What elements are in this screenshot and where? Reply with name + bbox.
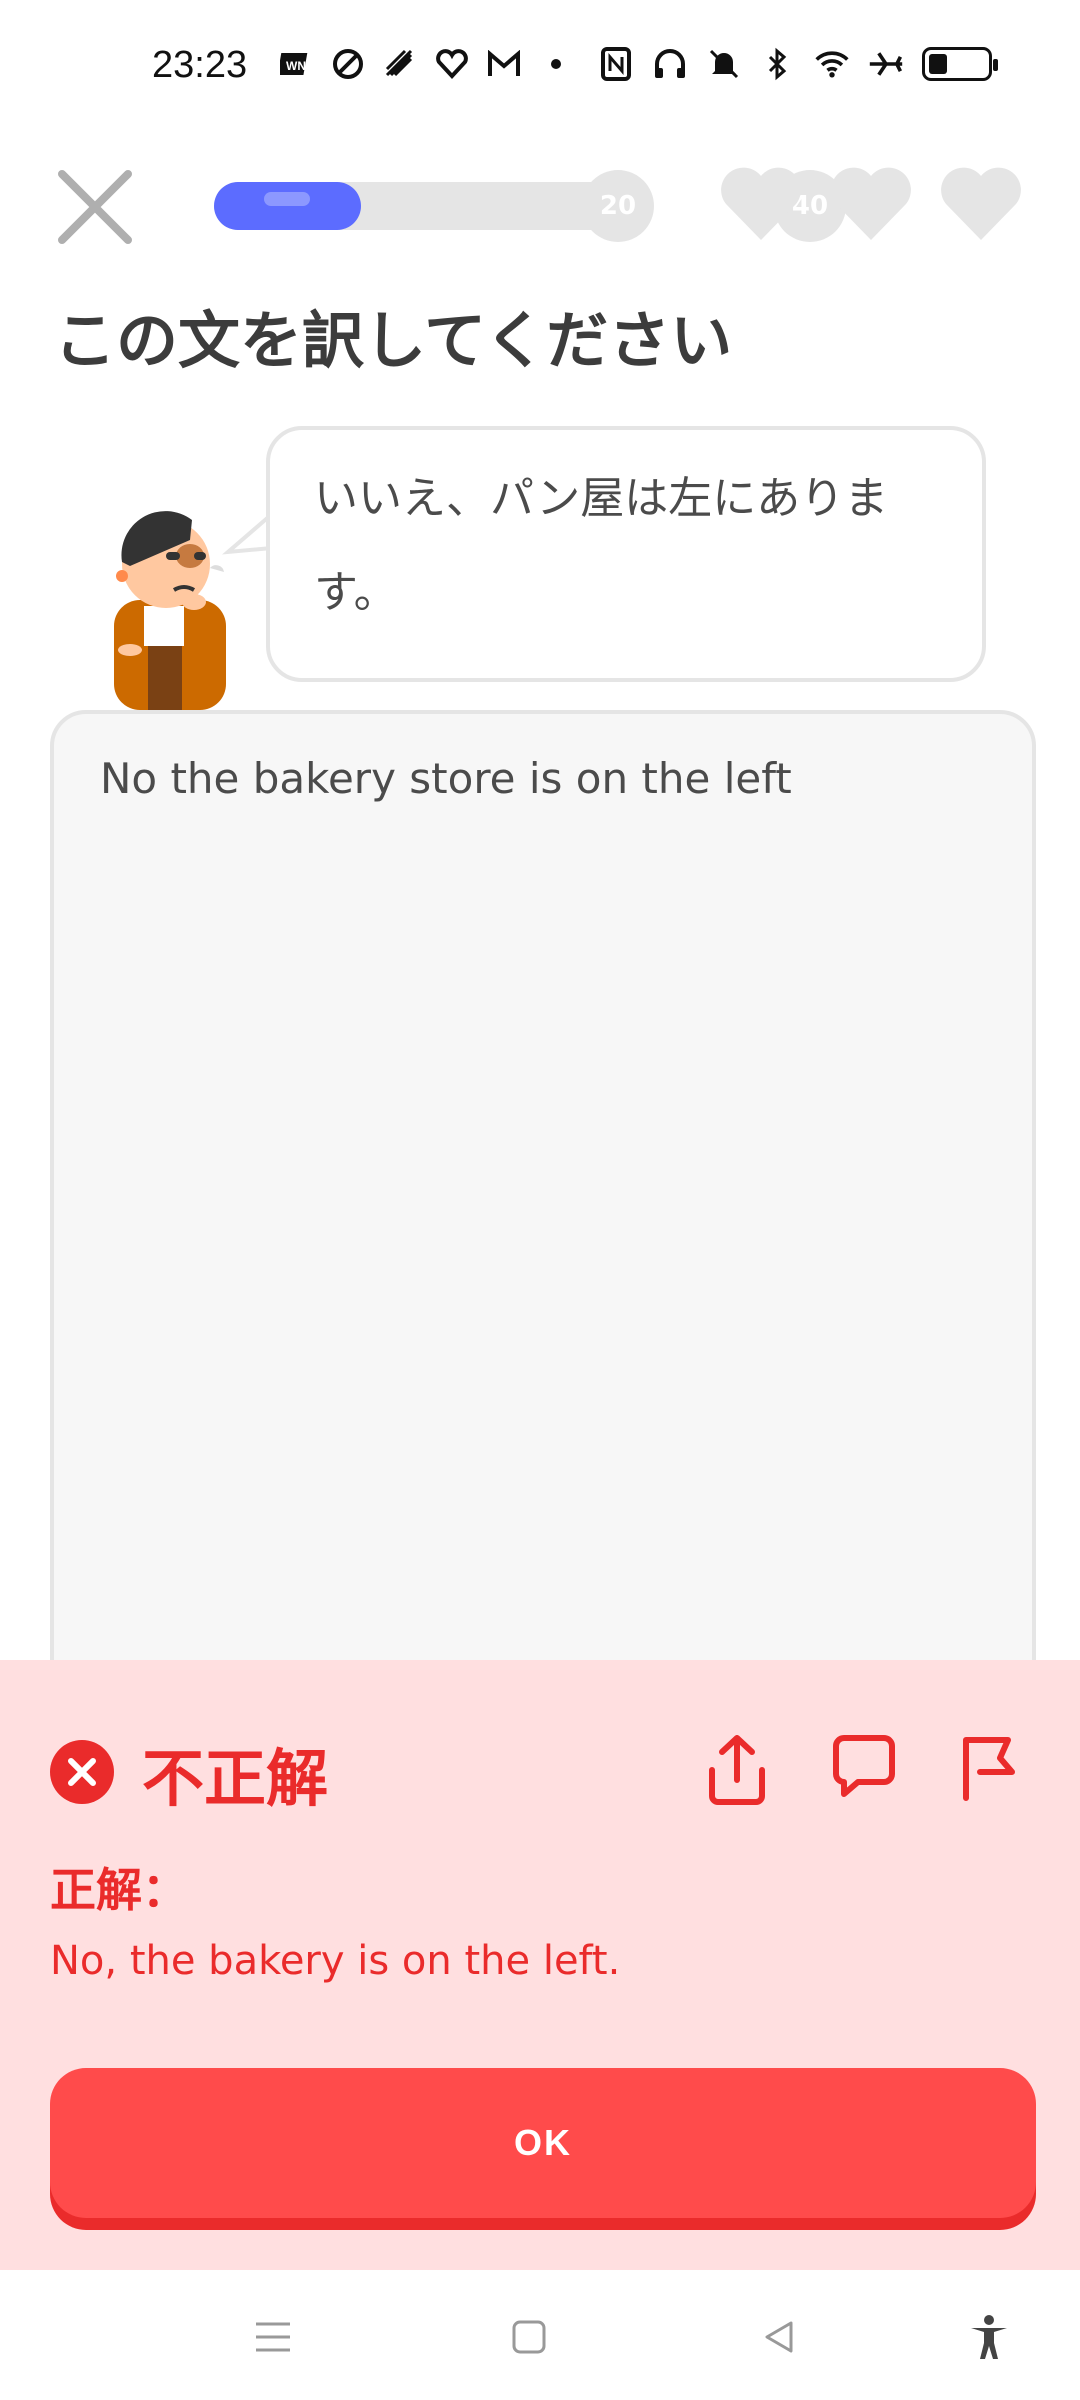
correct-answer-text: No, the bakery is on the left. <box>50 1938 621 1984</box>
status-icons-left: WN <box>278 44 574 84</box>
heart-icon <box>721 167 801 240</box>
app-icon-1: WN <box>278 44 314 84</box>
headphones-icon <box>652 44 688 84</box>
prompt-sentence: いいえ、パン屋は左にあります。 <box>314 473 889 618</box>
status-icons-right <box>598 44 998 84</box>
back-triangle-icon <box>765 2321 793 2353</box>
app-icon-3 <box>382 44 418 84</box>
accessibility-button[interactable] <box>962 2310 1016 2364</box>
status-bar: 23:23 WN <box>0 0 1080 130</box>
hearts <box>718 166 1024 246</box>
report-flag-icon[interactable] <box>954 1730 1024 1806</box>
app-icon-2 <box>330 44 366 84</box>
feedback-status: 不正解 <box>142 1742 329 1815</box>
speech-bubble: いいえ、パン屋は左にあります。 <box>266 426 986 682</box>
dot-icon <box>538 44 574 84</box>
bluetooth-icon <box>760 44 796 84</box>
back-button[interactable] <box>752 2310 806 2364</box>
progress-fill <box>214 182 361 230</box>
app-icon-4 <box>434 44 470 84</box>
comment-icon[interactable] <box>828 1730 898 1806</box>
heart-icon <box>831 167 911 240</box>
wifi-icon <box>814 44 850 84</box>
correct-answer-label: 正解： <box>50 1863 188 1917</box>
heart-icon <box>941 167 1021 240</box>
recent-apps-button[interactable] <box>246 2310 300 2364</box>
gmail-icon <box>486 44 522 84</box>
home-square-icon <box>512 2320 546 2354</box>
battery-icon <box>922 47 998 81</box>
page-title: この文を訳してください <box>54 304 733 377</box>
user-answer-text: No the bakery store is on the left <box>100 754 792 803</box>
character-illustration <box>114 511 226 710</box>
feedback-actions <box>702 1730 1024 1806</box>
home-button[interactable] <box>502 2310 556 2364</box>
svg-text:WN: WN <box>286 59 306 73</box>
airplane-icon <box>868 44 904 84</box>
milestone-20: 20 <box>582 170 654 242</box>
incorrect-icon <box>50 1740 114 1804</box>
share-icon[interactable] <box>702 1730 772 1806</box>
answer-textarea[interactable]: No the bakery store is on the left <box>50 710 1036 1710</box>
accessibility-icon <box>971 2315 1007 2359</box>
lesson-progress-bar: 20 40 <box>214 170 846 242</box>
mute-icon <box>706 44 742 84</box>
close-button[interactable] <box>54 166 136 248</box>
nfc-icon <box>598 44 634 84</box>
ok-button[interactable]: OK <box>50 2068 1036 2218</box>
menu-icon <box>256 2322 290 2352</box>
close-icon <box>58 170 132 244</box>
status-time: 23:23 <box>152 44 248 86</box>
